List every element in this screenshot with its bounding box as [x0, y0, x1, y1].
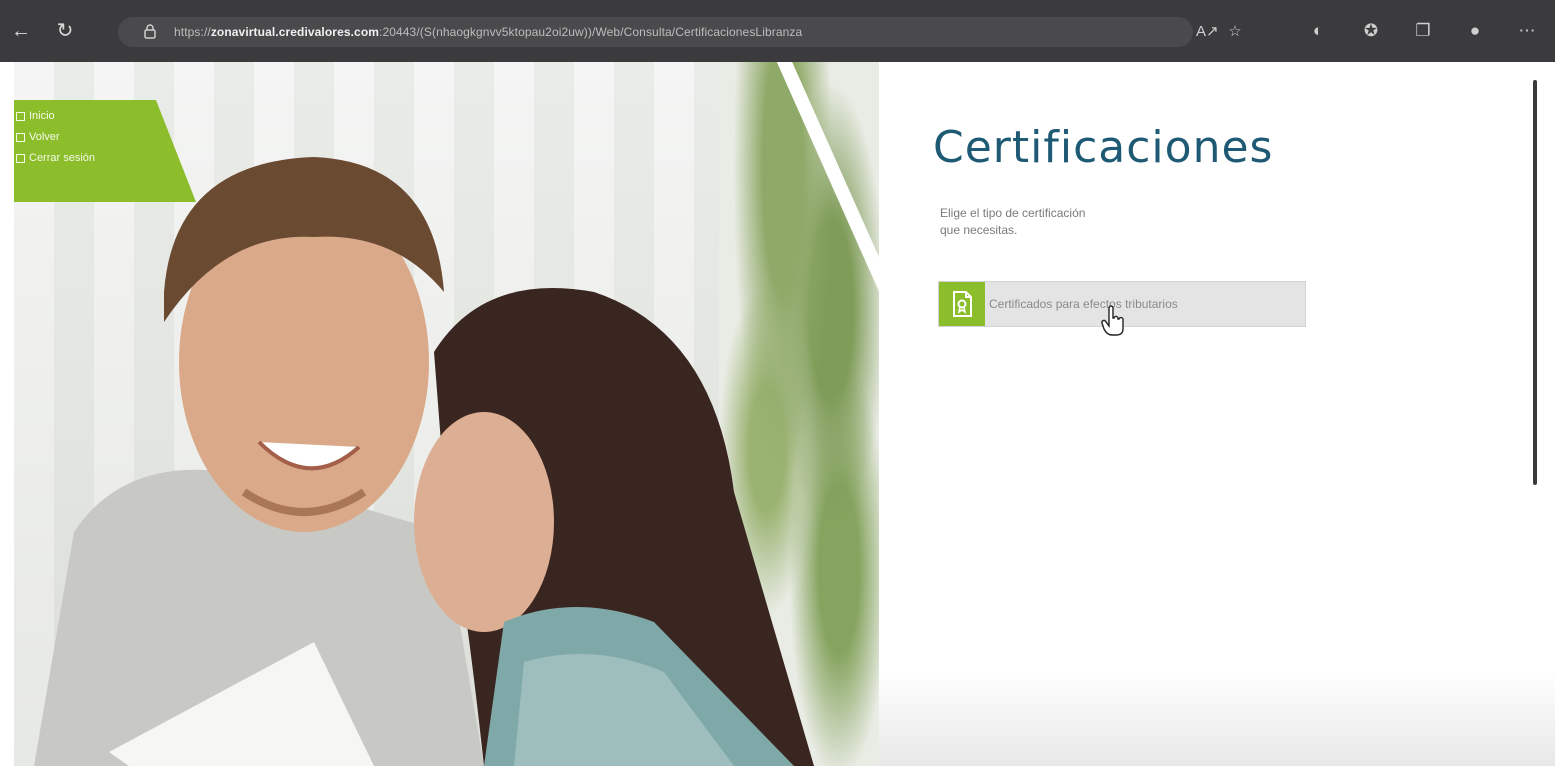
- split-screen-icon[interactable]: ◐: [1305, 18, 1331, 44]
- page-subtitle: Elige el tipo de certificación que neces…: [940, 205, 1200, 239]
- nav-item-label: Inicio: [29, 110, 55, 122]
- bottom-shadow: [879, 670, 1555, 766]
- page-scrollbar[interactable]: [1533, 80, 1537, 485]
- hand-pointer-cursor-icon: [1101, 305, 1124, 336]
- more-menu-icon[interactable]: ⋯: [1514, 18, 1540, 44]
- nav-item-volver[interactable]: Volver: [16, 131, 60, 143]
- home-icon: [16, 111, 25, 121]
- back-arrow-icon[interactable]: ←: [8, 18, 34, 44]
- lock-icon: [144, 24, 156, 39]
- nav-item-cerrar-sesion[interactable]: Cerrar sesión: [16, 152, 95, 164]
- back-icon: [16, 132, 25, 142]
- collections-icon[interactable]: ❐: [1410, 18, 1436, 44]
- certificate-document-icon: [953, 291, 972, 317]
- refresh-icon[interactable]: ↻: [52, 18, 78, 44]
- extensions-icon[interactable]: ✪: [1358, 18, 1384, 44]
- profile-icon[interactable]: ●: [1462, 18, 1488, 44]
- nav-menu: Inicio Volver Cerrar sesión: [14, 100, 196, 202]
- subtitle-line-2: que necesitas.: [940, 223, 1018, 237]
- page-title: Certificaciones: [933, 122, 1274, 173]
- favorite-star-icon[interactable]: ☆: [1226, 23, 1244, 41]
- certificate-icon-box: [939, 282, 985, 326]
- read-aloud-icon[interactable]: A↗: [1196, 23, 1219, 41]
- nav-item-label: Volver: [29, 131, 60, 143]
- address-bar[interactable]: https://zonavirtual.credivalores.com:204…: [118, 17, 1242, 47]
- browser-toolbar: ← ↻ https://zonavirtual.credivalores.com…: [0, 0, 1555, 62]
- nav-item-inicio[interactable]: Inicio: [16, 110, 55, 122]
- tax-certificate-label: Certificados para efectos tributarios: [989, 297, 1178, 311]
- subtitle-line-1: Elige el tipo de certificación: [940, 206, 1086, 220]
- url-text: https://zonavirtual.credivalores.com:204…: [174, 25, 803, 39]
- logout-icon: [16, 153, 25, 163]
- nav-item-label: Cerrar sesión: [29, 152, 96, 164]
